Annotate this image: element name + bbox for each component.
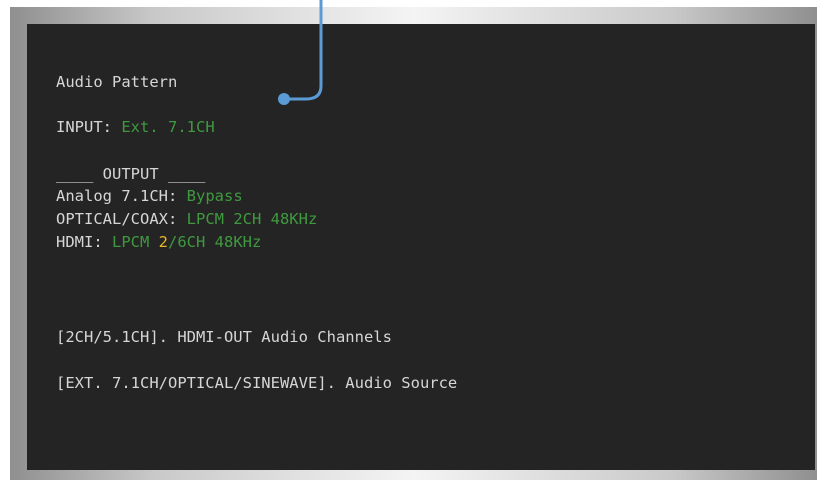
input-row: INPUT: Ext. 7.1CH: [56, 118, 215, 136]
output-row-optical: OPTICAL/COAX: LPCM 2CH 48KHz: [56, 210, 317, 228]
output-value-hdmi-prefix: LPCM: [112, 233, 159, 251]
output-row-hdmi: HDMI: LPCM 2/6CH 48KHz: [56, 233, 261, 251]
output-value-hdmi-highlight: 2: [158, 233, 169, 251]
output-value-hdmi-suffix: /6CH 48KHz: [168, 233, 262, 251]
osd-screen: Audio Pattern INPUT: Ext. 7.1CH ____ OUT…: [27, 24, 815, 470]
key-hint-hdmi-channels: [2CH/5.1CH]. HDMI-OUT Audio Channels: [56, 328, 392, 346]
output-row-analog: Analog 7.1CH: Bypass: [56, 187, 243, 205]
key-hint-audio-source: [EXT. 7.1CH/OPTICAL/SINEWAVE]. Audio Sou…: [56, 374, 458, 392]
menu-title: Audio Pattern: [56, 73, 178, 91]
output-label-analog: Analog 7.1CH:: [56, 187, 187, 205]
output-label-hdmi: HDMI:: [56, 233, 112, 251]
output-label-optical: OPTICAL/COAX:: [56, 210, 187, 228]
output-header: ____ OUTPUT ____: [56, 165, 206, 183]
output-value-analog: Bypass: [186, 187, 243, 205]
input-label: INPUT:: [56, 118, 122, 136]
output-value-optical: LPCM 2CH 48KHz: [186, 210, 318, 228]
input-value: Ext. 7.1CH: [121, 118, 215, 136]
